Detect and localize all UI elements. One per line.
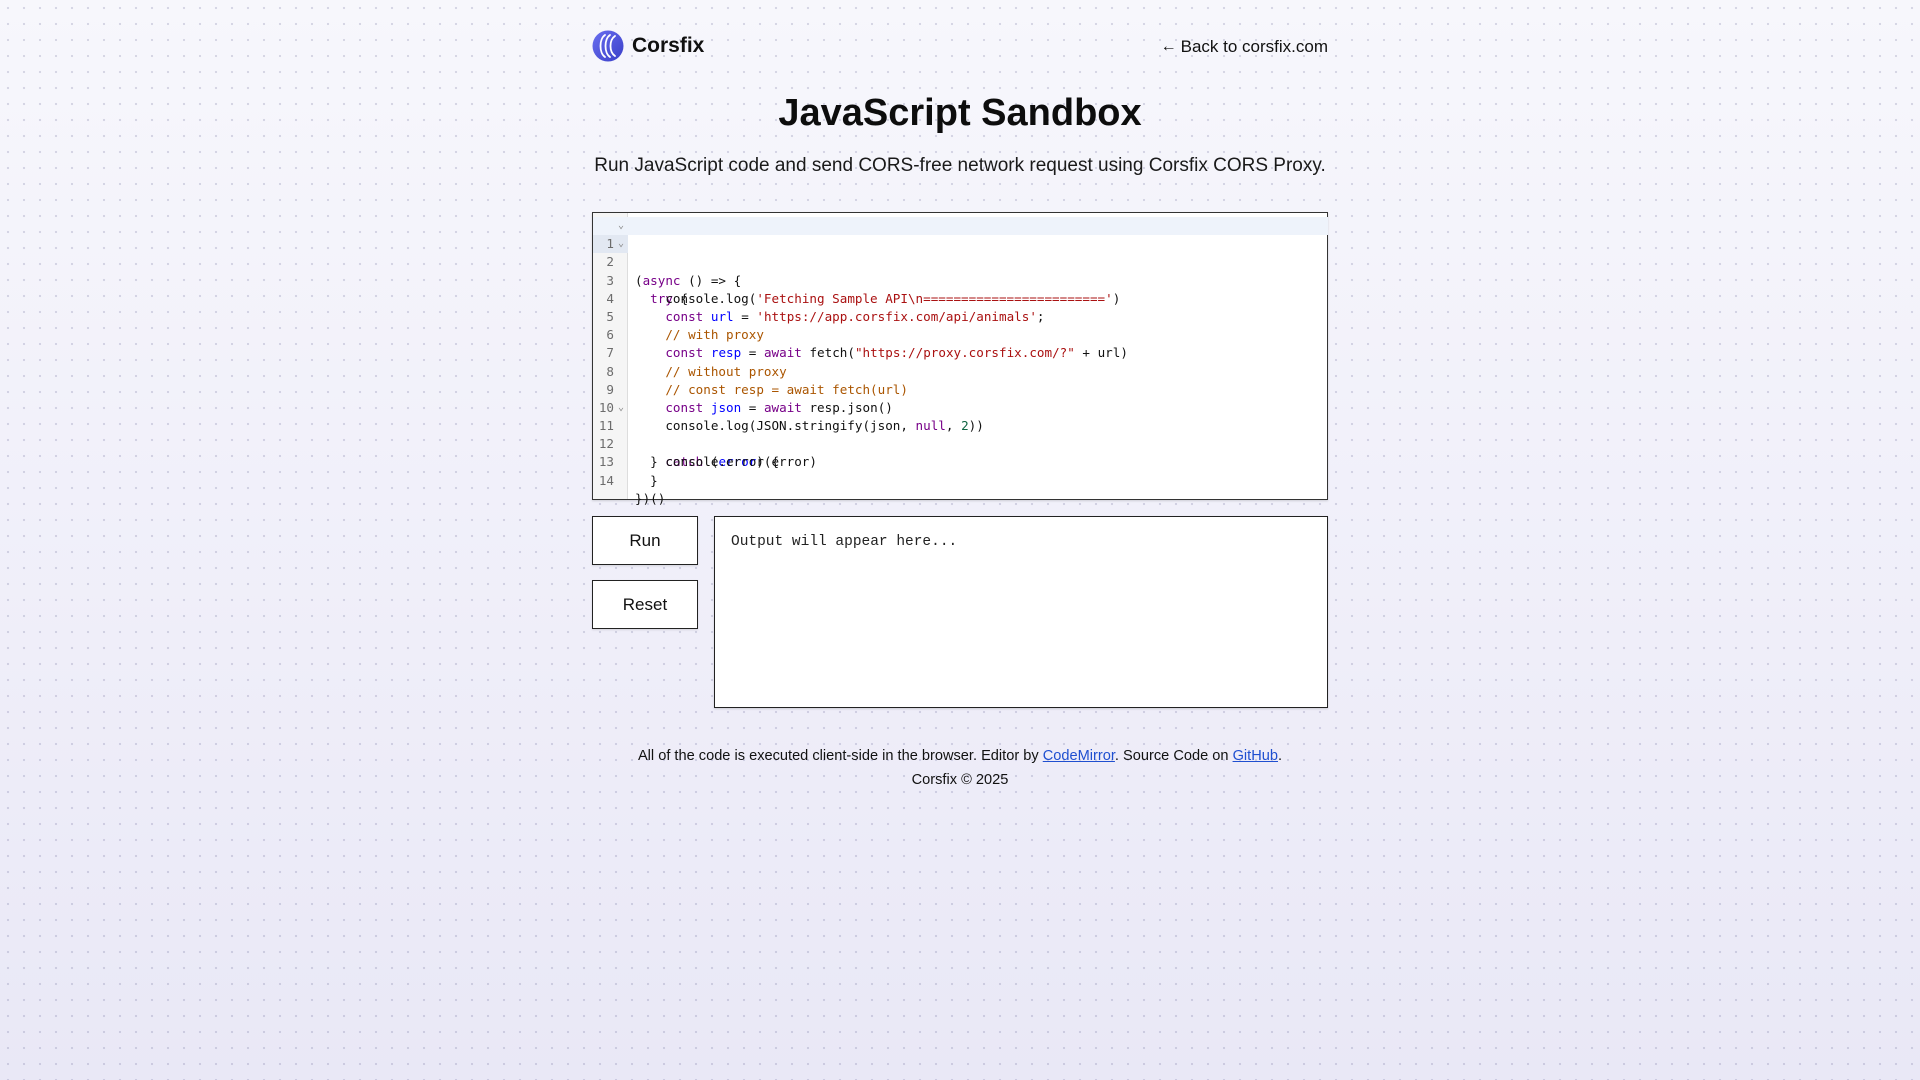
fold-chevron-icon[interactable]: ⌄ — [618, 235, 624, 253]
page-subtitle: Run JavaScript code and send CORS-free n… — [594, 155, 1326, 176]
code-line[interactable]: 6 const resp = await fetch("https://prox… — [593, 308, 1328, 360]
back-link-label: Back to corsfix.com — [1180, 37, 1328, 56]
code-line[interactable]: 7 // without proxy — [593, 326, 1328, 378]
code-line[interactable]: 13 } — [593, 435, 1328, 487]
output-placeholder: Output will appear here... — [731, 534, 958, 550]
code-line[interactable]: 4 const url = 'https://app.corsfix.com/a… — [593, 272, 1328, 324]
reset-button[interactable]: Reset — [592, 580, 698, 629]
code-line[interactable]: 10 console.log(JSON.stringify(json, null… — [593, 381, 1328, 433]
codemirror-link[interactable]: CodeMirror — [1043, 748, 1115, 764]
code-line[interactable]: 5 // with proxy — [593, 290, 1328, 342]
code-line[interactable]: 3 console.log('Fetching Sample API\n====… — [593, 253, 1328, 306]
code-line[interactable]: 9 const json = await resp.json() — [593, 363, 1328, 415]
footer-credits: All of the code is executed client-side … — [637, 748, 1283, 764]
corsfix-logo-icon — [592, 30, 624, 62]
brand-link[interactable]: Corsfix — [592, 30, 704, 62]
back-to-site-link[interactable]: ← Back to corsfix.com — [1161, 37, 1328, 57]
code-line[interactable]: 8 // const resp = await fetch(url) — [593, 344, 1328, 397]
code-editor[interactable]: 1 ⌄ (async () => { 2 ⌄ try { 3 console.l… — [592, 212, 1328, 506]
code-line[interactable]: 1 ⌄ (async () => { — [593, 217, 1328, 288]
page-title: JavaScript Sandbox — [778, 92, 1142, 134]
code-line[interactable]: 2 ⌄ try { — [593, 235, 1328, 306]
fold-chevron-icon[interactable]: ⌄ — [618, 399, 624, 417]
code-line[interactable]: 14 })() — [593, 453, 1328, 506]
run-button[interactable]: Run — [592, 516, 698, 565]
header: Corsfix ← Back to corsfix.com — [592, 30, 1328, 66]
brand-name: Corsfix — [632, 34, 705, 57]
arrow-left-icon: ← — [1160, 38, 1177, 55]
editor-lines[interactable]: 1 ⌄ (async () => { 2 ⌄ try { 3 console.l… — [593, 217, 1328, 506]
copyright: Corsfix © 2025 — [911, 772, 1009, 788]
code-line[interactable]: 11 ⌄ } catch (error) { — [593, 399, 1328, 470]
code-line[interactable]: 12 console.error(error) — [593, 417, 1328, 469]
line-number: 14 — [598, 472, 614, 488]
github-link[interactable]: GitHub — [1233, 748, 1278, 764]
footer: All of the code is executed client-side … — [552, 744, 1368, 792]
output-panel: Output will appear here... — [714, 516, 1328, 708]
fold-chevron-icon[interactable]: ⌄ — [618, 217, 624, 235]
